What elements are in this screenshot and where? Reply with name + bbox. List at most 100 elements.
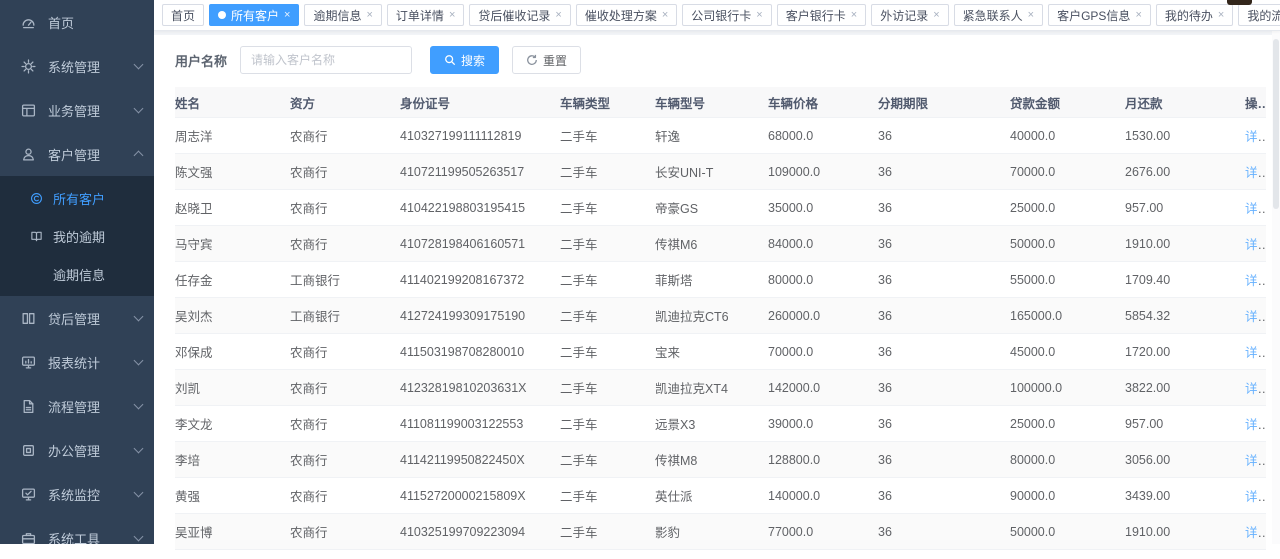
- detail-link[interactable]: 详情: [1245, 238, 1266, 252]
- tab[interactable]: 订单详情×: [387, 4, 464, 26]
- cell: 英仕派: [655, 486, 768, 505]
- column-header: 贷款金额: [1010, 93, 1125, 112]
- book-icon: [30, 229, 44, 243]
- tab[interactable]: 首页: [162, 4, 204, 26]
- detail-link[interactable]: 详情: [1245, 526, 1266, 540]
- tab-close-icon[interactable]: ×: [1135, 10, 1141, 21]
- cell: 任存金: [175, 270, 290, 289]
- cell: 轩逸: [655, 126, 768, 145]
- sidebar-item[interactable]: 系统管理: [0, 44, 154, 88]
- sidebar-item[interactable]: 客户管理: [0, 132, 154, 176]
- cell: 36: [878, 165, 1010, 179]
- cell: 二手车: [560, 126, 655, 145]
- sidebar-item[interactable]: 系统监控: [0, 472, 154, 516]
- tab[interactable]: 催收处理方案×: [576, 4, 677, 26]
- cell: 39000.0: [768, 417, 878, 431]
- table-row-partial: [175, 550, 1266, 559]
- sidebar-subitem[interactable]: 所有客户: [0, 179, 154, 217]
- tab[interactable]: 逾期信息×: [304, 4, 381, 26]
- tab-close-icon[interactable]: ×: [555, 10, 561, 21]
- tab-close-icon[interactable]: ×: [662, 10, 668, 21]
- detail-link[interactable]: 详情: [1245, 166, 1266, 180]
- cell-actions: 详情: [1245, 450, 1266, 469]
- sidebar-subitem-label: 所有客户: [53, 189, 105, 208]
- tab-close-icon[interactable]: ×: [284, 10, 290, 21]
- sidebar-item[interactable]: 报表统计: [0, 340, 154, 384]
- search-form: 用户名称 搜索 重置: [175, 46, 1266, 74]
- tab-close-icon[interactable]: ×: [851, 10, 857, 21]
- cell: 陈文强: [175, 162, 290, 181]
- cell: 140000.0: [768, 489, 878, 503]
- chevron-down-icon: [134, 312, 144, 322]
- sidebar-item[interactable]: 贷后管理: [0, 296, 154, 340]
- search-button[interactable]: 搜索: [430, 46, 499, 74]
- detail-link[interactable]: 详情: [1245, 310, 1266, 324]
- cell: 410721199505263517: [400, 165, 560, 179]
- sidebar-item[interactable]: 业务管理: [0, 88, 154, 132]
- copyright-icon: [30, 191, 44, 205]
- cell: 25000.0: [1010, 201, 1125, 215]
- cell: 吴亚博: [175, 522, 290, 541]
- cell-actions: 详情: [1245, 162, 1266, 181]
- detail-link[interactable]: 详情: [1245, 202, 1266, 216]
- tab[interactable]: 公司银行卡×: [682, 4, 771, 26]
- tab-close-icon[interactable]: ×: [449, 10, 455, 21]
- cell: 菲斯塔: [655, 270, 768, 289]
- customer-icon: [21, 146, 37, 162]
- cell: 40000.0: [1010, 129, 1125, 143]
- cell: 凯迪拉克CT6: [655, 306, 768, 325]
- sidebar-item[interactable]: 流程管理: [0, 384, 154, 428]
- detail-link[interactable]: 详情: [1245, 382, 1266, 396]
- gear-icon: [21, 58, 37, 74]
- detail-link[interactable]: 详情: [1245, 454, 1266, 468]
- tools-icon: [21, 530, 37, 544]
- sidebar-item-label: 办公管理: [48, 441, 135, 460]
- scrollbar-thumb[interactable]: [1273, 39, 1279, 209]
- reset-button[interactable]: 重置: [512, 46, 581, 74]
- sidebar-subitem[interactable]: 我的逾期: [0, 217, 154, 255]
- tab[interactable]: 客户银行卡×: [777, 4, 866, 26]
- detail-link[interactable]: 详情: [1245, 274, 1266, 288]
- tab[interactable]: 客户GPS信息×: [1048, 4, 1151, 26]
- tab[interactable]: 紧急联系人×: [954, 4, 1043, 26]
- cell: 农商行: [290, 342, 400, 361]
- avatar[interactable]: [1227, 0, 1252, 5]
- detail-link[interactable]: 详情: [1245, 130, 1266, 144]
- sidebar-item[interactable]: 首页: [0, 0, 154, 44]
- tab[interactable]: 外访记录 ×: [871, 4, 948, 26]
- cell: 36: [878, 129, 1010, 143]
- detail-link[interactable]: 详情: [1245, 418, 1266, 432]
- tab-close-icon[interactable]: ×: [1218, 10, 1224, 21]
- tab[interactable]: 我的待办×: [1156, 4, 1233, 26]
- sidebar-item[interactable]: 办公管理: [0, 428, 154, 472]
- sidebar-submenu: 所有客户我的逾期逾期信息: [0, 176, 154, 296]
- detail-link[interactable]: 详情: [1245, 346, 1266, 360]
- sidebar-subitem[interactable]: 逾期信息: [0, 255, 154, 293]
- table-row: 任存金工商银行411402199208167372二手车菲斯塔80000.036…: [175, 262, 1266, 298]
- tab-close-icon[interactable]: ×: [756, 10, 762, 21]
- detail-link[interactable]: 详情: [1245, 490, 1266, 504]
- search-input[interactable]: [240, 46, 412, 74]
- cell: 1720.00: [1125, 345, 1245, 359]
- tab-label: 贷后催收记录: [478, 7, 550, 24]
- cell: 410728198406160571: [400, 237, 560, 251]
- cell: 二手车: [560, 450, 655, 469]
- column-header: 月还款: [1125, 93, 1245, 112]
- sidebar-subitem-label: 逾期信息: [53, 265, 105, 284]
- cell: 工商银行: [290, 306, 400, 325]
- cell: 农商行: [290, 486, 400, 505]
- tab-close-icon[interactable]: ×: [1028, 10, 1034, 21]
- tab-close-icon[interactable]: ×: [366, 10, 372, 21]
- tab[interactable]: 我的流程×: [1238, 4, 1280, 26]
- cell: 二手车: [560, 270, 655, 289]
- sidebar-nav: 首页系统管理业务管理客户管理所有客户我的逾期逾期信息贷后管理报表统计流程管理办公…: [0, 0, 154, 544]
- tab[interactable]: 所有客户×: [209, 4, 299, 26]
- tab-label: 外访记录: [880, 7, 928, 24]
- tab-close-icon[interactable]: ×: [933, 10, 939, 21]
- tab[interactable]: 贷后催收记录 ×: [469, 4, 570, 26]
- table-row: 吴刘杰工商银行412724199309175190二手车凯迪拉克CT626000…: [175, 298, 1266, 334]
- scrollbar[interactable]: [1272, 31, 1280, 544]
- sidebar-item[interactable]: 系统工具: [0, 516, 154, 544]
- content: 用户名称 搜索 重置: [154, 35, 1280, 559]
- cell: 传祺M8: [655, 450, 768, 469]
